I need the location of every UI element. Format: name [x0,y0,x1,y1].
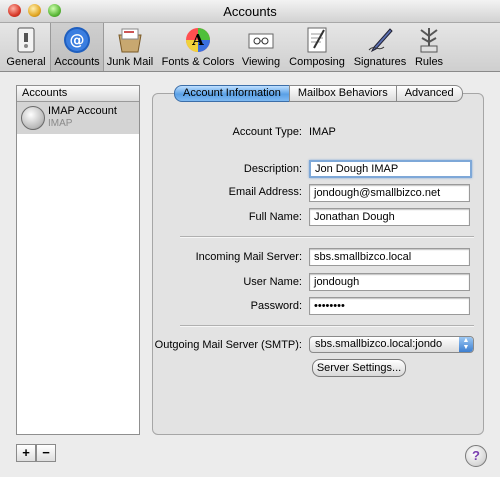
tab-account-information[interactable]: Account Information [174,85,290,102]
toolbar: General @ Accounts Junk Mail A Fonts & C… [0,23,500,72]
chevron-updown-icon: ▲ ▼ [459,337,473,352]
svg-text:@: @ [70,31,85,49]
toolbar-signatures[interactable]: Signatures [350,23,410,71]
toolbar-label: Viewing [241,56,281,68]
accounts-list[interactable]: Accounts IMAP Account IMAP [16,85,140,435]
junk-mail-icon [116,26,144,54]
viewing-icon [247,26,275,54]
smtp-server-popup[interactable]: sbs.smallbizco.local:jondo ▲ ▼ [309,336,474,353]
window-title: Accounts [223,4,277,19]
signature-pen-icon [366,26,394,54]
divider [180,325,474,327]
toolbar-rules[interactable]: Rules [412,23,446,71]
email-address-field[interactable]: jondough@smallbizco.net [309,184,470,202]
tab-bar: Account Information Mailbox Behaviors Ad… [174,85,463,102]
full-name-field[interactable]: Jonathan Dough [309,208,470,226]
tab-mailbox-behaviors[interactable]: Mailbox Behaviors [288,85,397,102]
account-name: IMAP Account [48,105,117,117]
accounts-list-header: Accounts [17,86,139,102]
toolbar-viewing[interactable]: Viewing [238,23,284,71]
toolbar-label: Fonts & Colors [161,56,235,68]
tab-advanced[interactable]: Advanced [395,85,463,102]
toolbar-fonts-colors[interactable]: A Fonts & Colors [160,23,236,71]
toolbar-junk-mail[interactable]: Junk Mail [104,23,156,71]
preferences-window: Accounts General @ Accounts Junk Mail A … [0,0,500,477]
composing-icon [303,26,331,54]
account-type: IMAP [48,118,73,129]
toolbar-label: Rules [414,56,444,68]
at-sign-icon: @ [63,26,91,54]
remove-account-button[interactable]: − [36,444,56,462]
user-name-label: User Name: [243,276,302,288]
toolbar-general[interactable]: General [4,23,48,71]
toolbar-composing[interactable]: Composing [286,23,348,71]
help-button[interactable]: ? [465,445,487,467]
title-bar: Accounts [0,0,500,23]
description-label: Description: [243,163,302,175]
email-address-label: Email Address: [228,186,302,198]
svg-text:A: A [191,31,204,49]
toolbar-label: General [6,56,46,68]
description-field[interactable]: Jon Dough IMAP [309,160,472,178]
toolbar-label: Signatures [353,56,407,68]
full-name-label: Full Name: [248,211,302,223]
fonts-colors-icon: A [184,26,212,54]
toolbar-label: Accounts [54,56,100,68]
divider [180,236,474,238]
server-settings-button[interactable]: Server Settings... [312,359,406,377]
rules-icon [415,26,443,54]
toolbar-label: Composing [289,56,345,68]
account-type-label: Account Type: [232,126,302,138]
switch-icon [12,26,40,54]
add-account-button[interactable]: + [16,444,36,462]
account-row-imap[interactable]: IMAP Account IMAP [17,102,139,134]
at-sign-icon [21,106,45,130]
incoming-server-label: Incoming Mail Server: [195,251,302,263]
toolbar-label: Junk Mail [106,56,154,68]
incoming-server-field[interactable]: sbs.smallbizco.local [309,248,470,266]
password-field[interactable]: •••••••• [309,297,470,315]
account-type-value: IMAP [309,126,336,138]
user-name-field[interactable]: jondough [309,273,470,291]
smtp-label: Outgoing Mail Server (SMTP): [154,339,302,351]
smtp-server-value: sbs.smallbizco.local:jondo [315,338,443,350]
password-label: Password: [250,300,302,312]
toolbar-accounts[interactable]: @ Accounts [50,23,104,71]
